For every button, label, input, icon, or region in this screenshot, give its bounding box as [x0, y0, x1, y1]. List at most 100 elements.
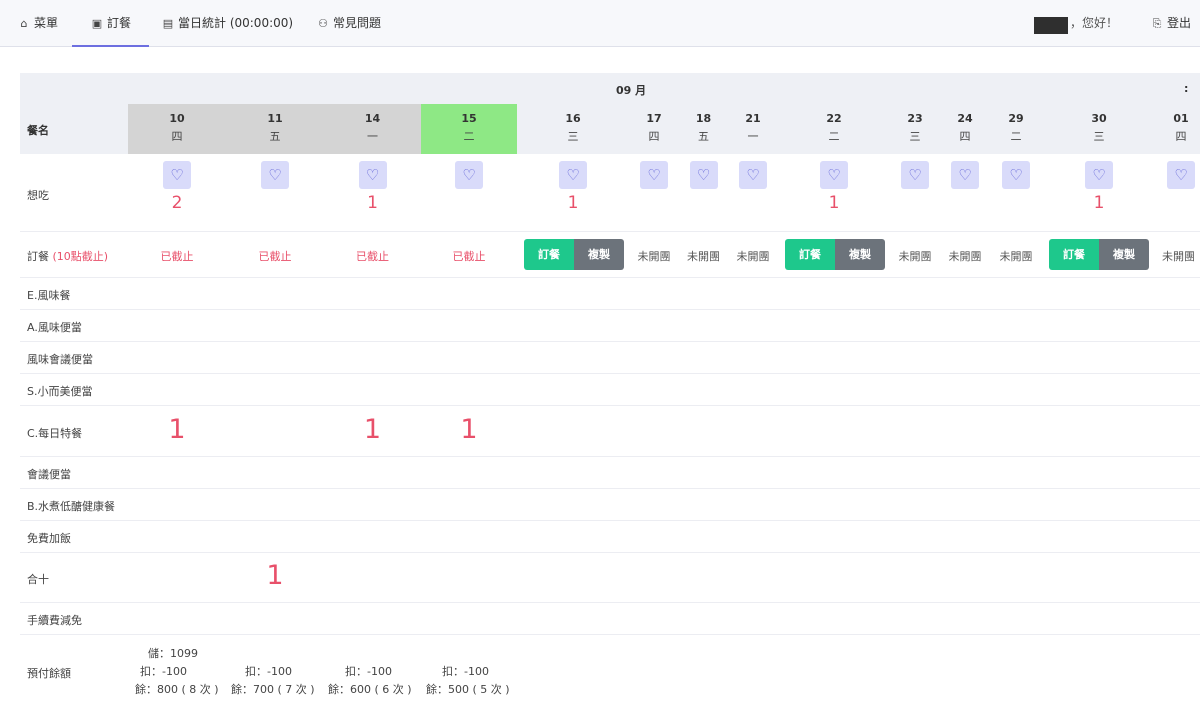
nav-stats[interactable]: ▤ 當日統計 (00:00:00) — [161, 0, 293, 47]
date-column-18: 18 五 — [679, 104, 728, 154]
order-unopened-01: 未開團 — [1162, 250, 1195, 263]
date-weekday: 五 — [269, 130, 281, 143]
heart-icon: ♡ — [365, 166, 380, 184]
date-day: 15 — [461, 112, 477, 125]
copy-button-16[interactable]: 複製 — [574, 239, 624, 270]
want-button-14[interactable]: ♡ — [358, 161, 387, 189]
meal-order-count: 1 — [168, 413, 186, 445]
want-button-01[interactable]: ♡ — [1167, 161, 1195, 189]
date-day: 10 — [169, 112, 185, 125]
logout-icon: ⎘ — [1152, 17, 1162, 30]
order-closed-15: 已截止 — [452, 250, 486, 263]
want-count-22: 1 — [828, 193, 840, 213]
date-day: 30 — [1091, 112, 1107, 125]
meal-order-count: 1 — [363, 413, 382, 445]
date-day: 11 — [267, 112, 283, 125]
home-icon: ⌂ — [20, 17, 28, 30]
nav-menu-label: 菜單 — [34, 16, 59, 30]
heart-icon: ♡ — [647, 166, 661, 184]
heart-icon: ♡ — [268, 166, 282, 184]
order-label: 訂餐 (10點截止) — [27, 248, 108, 264]
order-button-22[interactable]: 訂餐 — [785, 239, 835, 270]
date-day: 18 — [695, 112, 712, 125]
date-weekday: 二 — [828, 130, 840, 143]
prepay-row: 預付餘額 儲：1099 扣：-100 餘：800 ( 8 次 ) 扣：-100 餘：70… — [20, 635, 1200, 705]
date-column-22: 22 二 — [778, 104, 890, 154]
date-column-16: 16 三 — [517, 104, 629, 154]
heart-icon: ♡ — [1174, 166, 1188, 184]
meal-order-count: 1 — [266, 560, 284, 591]
want-count-14: 1 — [367, 193, 378, 213]
heart-icon: ♡ — [746, 166, 760, 184]
date-weekday: 四 — [959, 130, 971, 143]
date-day: 01 — [1173, 112, 1189, 125]
meal-name: 會議便當 — [27, 468, 71, 481]
meal-row: E.風味餐 — [20, 278, 1200, 310]
want-button-16[interactable]: ♡ — [559, 161, 587, 189]
date-weekday: 四 — [648, 130, 660, 143]
want-button-21[interactable]: ♡ — [739, 161, 767, 189]
meal-name: E.風味餐 — [27, 289, 71, 302]
prepay-deduction: 扣：-100 — [345, 665, 392, 678]
want-button-10[interactable]: ♡ — [163, 161, 191, 189]
prepay-deduction: 扣：-100 — [140, 665, 187, 678]
date-weekday: 三 — [909, 130, 921, 143]
meal-row: 免費加飯 — [20, 521, 1200, 553]
date-weekday: 一 — [747, 130, 759, 143]
logout-label: 登出 — [1167, 16, 1192, 30]
heart-icon: ♡ — [566, 166, 580, 184]
want-button-29[interactable]: ♡ — [1002, 161, 1030, 189]
nav-order[interactable]: ▣ 訂餐 — [72, 0, 150, 47]
logout-button[interactable]: ⎘ 登出 — [1150, 0, 1191, 47]
want-count-30: 1 — [1093, 193, 1105, 213]
date-column-24: 24 四 — [940, 104, 990, 154]
meal-row: A.風味便當 — [20, 310, 1200, 342]
nav-faq-label: 常見問題 — [333, 16, 382, 30]
prepay-deduction: 扣：-100 — [442, 665, 489, 678]
copy-button-30[interactable]: 複製 — [1099, 239, 1149, 270]
prepay-balance: 餘：800 ( 8 次 ) — [135, 683, 219, 696]
calendar-icon: ▣ — [91, 17, 103, 30]
date-column-29: 29 二 — [990, 104, 1042, 154]
date-day: 23 — [907, 112, 923, 125]
want-button-23[interactable]: ♡ — [901, 161, 929, 189]
copy-button-22[interactable]: 複製 — [835, 239, 885, 270]
order-closed-14: 已截止 — [356, 250, 389, 263]
heart-icon: ♡ — [462, 166, 476, 184]
date-column-11: 11 五 — [226, 104, 324, 154]
want-button-30[interactable]: ♡ — [1085, 161, 1113, 189]
order-unopened-23: 未開團 — [898, 250, 932, 263]
want-button-11[interactable]: ♡ — [261, 161, 289, 189]
meal-row: B.水煮低醣健康餐 — [20, 489, 1200, 521]
meal-name: A.風味便當 — [27, 321, 82, 334]
heart-icon: ♡ — [827, 166, 841, 184]
nav-order-label: 訂餐 — [107, 16, 132, 30]
order-closed-10: 已截止 — [160, 250, 194, 263]
prepay-deposit: 儲：1099 — [148, 647, 198, 660]
date-column-30: 30 三 — [1042, 104, 1156, 154]
want-button-24[interactable]: ♡ — [951, 161, 979, 189]
users-icon: ⚇ — [318, 17, 328, 30]
meal-name: B.水煮低醣健康餐 — [27, 500, 116, 513]
order-button-16[interactable]: 訂餐 — [524, 239, 574, 270]
want-button-17[interactable]: ♡ — [640, 161, 668, 189]
greeting-text: ，您好！ — [1070, 16, 1119, 30]
date-column-23: 23 三 — [890, 104, 940, 154]
nav-menu[interactable]: ⌂ 菜單 — [17, 0, 59, 47]
order-button-30[interactable]: 訂餐 — [1049, 239, 1099, 270]
want-button-18[interactable]: ♡ — [689, 161, 718, 189]
meal-row: 合十 1 — [20, 553, 1200, 603]
want-button-15[interactable]: ♡ — [455, 161, 483, 189]
date-weekday: 一 — [367, 130, 378, 143]
date-weekday: 四 — [171, 130, 183, 143]
date-day: 21 — [745, 112, 761, 125]
nav-faq[interactable]: ⚇ 常見問題 — [316, 0, 381, 47]
heart-icon: ♡ — [1009, 166, 1023, 184]
meal-name-header: 餐名 — [27, 124, 49, 137]
date-column-15: 15 二 — [421, 104, 517, 154]
order-unopened-24: 未開團 — [948, 250, 982, 263]
want-button-22[interactable]: ♡ — [820, 161, 848, 189]
meal-row: 風味會議便當 — [20, 342, 1200, 374]
meal-row: 手續費減免 — [20, 603, 1200, 635]
meal-name: C.每日特餐 — [27, 426, 83, 440]
